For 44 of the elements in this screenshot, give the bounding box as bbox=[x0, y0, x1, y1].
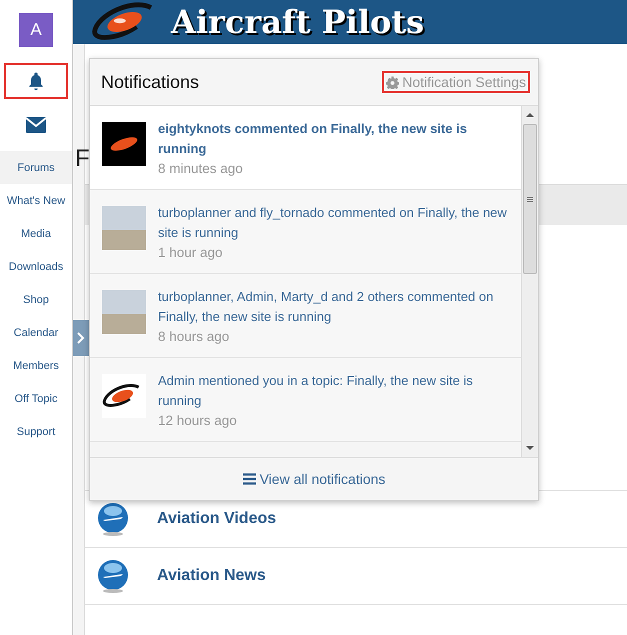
page-title: F bbox=[75, 144, 90, 174]
list-icon bbox=[242, 473, 256, 485]
scrollbar[interactable] bbox=[521, 106, 538, 457]
chevron-right-icon bbox=[77, 332, 85, 344]
nav-item[interactable]: Support bbox=[0, 415, 72, 448]
notification-time: 1 hour ago bbox=[158, 244, 224, 262]
nav-item[interactable]: What's New bbox=[0, 184, 72, 217]
settings-icon bbox=[386, 76, 400, 88]
notification-time: 12 hours ago bbox=[158, 412, 238, 430]
notification-item[interactable]: turboplanner, Admin, Marty_d and 2 others commented on Finally, the new site is running 8 hours ago bbox=[90, 274, 521, 358]
notification-item[interactable]: turboplanner and fly_tornado commented on Finally, the new site is running 1 hour ago bbox=[90, 190, 521, 274]
notification-text[interactable]: eightyknots commented on Finally, the new site is running bbox=[158, 119, 509, 159]
scroll-down-icon bbox=[526, 445, 534, 451]
notification-time: 8 minutes ago bbox=[158, 160, 244, 178]
notification-text[interactable]: Admin mentioned you in a topic: Finally, the new site is running bbox=[158, 371, 509, 411]
nav-item[interactable]: Media bbox=[0, 217, 72, 250]
expand-button[interactable] bbox=[73, 320, 89, 356]
view-all-link[interactable]: View all notifications bbox=[90, 458, 538, 500]
scroll-up-icon bbox=[526, 112, 534, 118]
grip-icon bbox=[527, 196, 533, 202]
notification-text[interactable]: turboplanner and fly_tornado commented on Finally, the new site is running bbox=[158, 203, 509, 243]
plane-globe-icon bbox=[97, 502, 129, 536]
nav-item[interactable]: Forums bbox=[0, 151, 72, 184]
site-logo bbox=[102, 374, 146, 418]
nav-item[interactable]: Members bbox=[0, 349, 72, 382]
nav-item[interactable]: Calendar bbox=[0, 316, 72, 349]
site-title: Aircraft Pilots bbox=[171, 3, 424, 41]
plane-globe-icon bbox=[97, 559, 129, 593]
nav-item[interactable]: Shop bbox=[0, 283, 72, 316]
notification-item[interactable]: eightyknots commented on Finally, the new site is running 8 minutes ago bbox=[90, 106, 521, 190]
user-avatar[interactable]: A bbox=[19, 13, 53, 47]
notification-item[interactable]: Admin mentioned you in a topic: Finally, the new site is running 12 hours ago bbox=[90, 358, 521, 442]
alerts-button[interactable] bbox=[4, 63, 68, 99]
nav-item[interactable]: Off Topic bbox=[0, 382, 72, 415]
photo-placeholder bbox=[102, 290, 146, 334]
forum-title[interactable]: Aviation Videos bbox=[157, 510, 276, 528]
forum-title[interactable]: Aviation News bbox=[157, 567, 266, 585]
nav-item[interactable]: Downloads bbox=[0, 250, 72, 283]
notification-text[interactable]: turboplanner, Admin, Marty_d and 2 others commented on Finally, the new site is running bbox=[158, 287, 509, 327]
mail-icon bbox=[25, 116, 47, 134]
popup-title: Notifications bbox=[101, 72, 200, 92]
photo-placeholder bbox=[102, 206, 146, 250]
eighty-knots-logo bbox=[102, 122, 146, 166]
notification-time: 8 hours ago bbox=[158, 328, 230, 346]
